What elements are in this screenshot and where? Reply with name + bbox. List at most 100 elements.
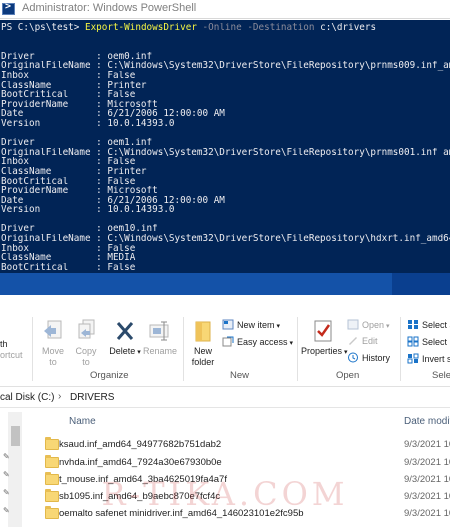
command-line: PS C:\ps\test> Export-WindowsDriver -Onl… <box>1 23 450 33</box>
properties-label: Properties ▾ <box>301 346 348 358</box>
file-row[interactable]: nvhda.inf_amd64_7924a30e67930b0e 9/3/202… <box>40 454 450 471</box>
output-line: ClassName : Printer <box>1 166 147 177</box>
output-line: Inbox : False <box>1 157 136 167</box>
file-date: 9/3/2021 10 <box>404 474 450 485</box>
output-line: ProviderName : Microsoft <box>1 186 158 196</box>
folder-icon <box>45 489 59 502</box>
window-title: Administrator: Windows PowerShell <box>22 2 197 14</box>
partial-label-bottom: ortcut <box>0 350 23 360</box>
delete-text: Delete <box>109 346 136 356</box>
output-line: Inbox : False <box>1 70 136 81</box>
output-line: Driver : oem0.inf <box>1 51 153 62</box>
new-folder-label-2: folder <box>191 357 215 367</box>
open-caret: ▾ <box>386 323 390 330</box>
file-date: 9/3/2021 10 <box>404 457 450 468</box>
select-group-label: Sele <box>432 370 450 381</box>
console-horizontal-scrollbar[interactable] <box>0 273 450 295</box>
output-line: BootCritical : False <box>1 176 136 187</box>
navigation-scrollbar-thumb[interactable] <box>11 426 20 446</box>
file-name: nvhda.inf_amd64_7924a30e67930b0e <box>59 457 222 468</box>
rename-button[interactable]: Rename <box>143 319 177 357</box>
file-row[interactable]: sb1095.inf_amd64_b9aebc870e7fcf4c 9/3/20… <box>40 488 450 505</box>
edit-icon <box>349 337 357 345</box>
pin-icon: ✎ <box>3 488 10 497</box>
group-separator <box>400 317 401 381</box>
edit-button[interactable]: Edit <box>347 335 378 347</box>
invert-selection-icon <box>407 353 419 364</box>
file-name: oemalto safenet minidriver.inf_amd64_146… <box>59 508 304 519</box>
properties-text: Properties <box>301 346 343 356</box>
address-bar[interactable]: cal Disk (C:) › DRIVERS <box>0 388 450 408</box>
rename-icon <box>149 321 169 341</box>
delete-button[interactable]: Delete ▾ <box>108 319 142 358</box>
new-group-label: New <box>230 370 250 381</box>
breadcrumb-drivers[interactable]: DRIVERS <box>70 392 114 403</box>
folder-icon <box>45 506 59 519</box>
history-button[interactable]: History <box>347 352 390 364</box>
copy-to-label-2: to <box>82 357 90 367</box>
column-header-date-modified[interactable]: Date modified <box>404 416 450 427</box>
new-folder-icon <box>195 321 211 342</box>
open-button[interactable]: Open ▾ <box>347 319 390 333</box>
folder-icon <box>45 437 59 450</box>
properties-button[interactable]: Properties ▾ <box>301 319 348 358</box>
powershell-icon <box>2 1 15 15</box>
move-to-label-2: to <box>49 357 57 367</box>
output-line: Inbox : False <box>1 243 136 254</box>
new-item-caret: ▾ <box>276 323 281 330</box>
file-name: ksaud.inf_amd64_94977682b751dab2 <box>59 439 222 450</box>
organize-group-label: Organize <box>90 370 129 381</box>
output-line: Date : 6/21/2006 12:00:00 AM <box>1 195 225 206</box>
select-none-button[interactable]: Select n <box>407 336 450 348</box>
output-line: ClassName : Printer <box>1 80 147 91</box>
prompt: PS C:\ps\test> <box>1 23 85 33</box>
explorer-ribbon: th ortcut Move to Copy to Delete ▾ Renam… <box>0 295 450 387</box>
output-line: Version : 10.0.14393.0 <box>1 205 175 215</box>
new-item-button[interactable]: New item ▾ <box>222 319 280 333</box>
folder-icon <box>45 455 59 468</box>
pin-icon: ✎ <box>3 452 10 461</box>
delete-label: Delete ▾ <box>108 346 142 358</box>
destination-arg: c:\drivers <box>320 23 377 33</box>
breadcrumb-separator[interactable]: › <box>58 391 61 402</box>
select-all-label: Select a <box>422 320 450 330</box>
file-row[interactable]: t_mouse.inf_amd64_3ba4625019fa4a7f 9/3/2… <box>40 471 450 488</box>
breadcrumb-local-disk[interactable]: cal Disk (C:) <box>0 392 54 403</box>
move-to-button[interactable]: Move to <box>38 319 68 368</box>
file-date: 9/3/2021 10 <box>404 491 450 502</box>
output-line: Driver : oem1.inf <box>1 138 153 148</box>
param-online: -Online <box>202 23 242 33</box>
powershell-titlebar: Administrator: Windows PowerShell <box>0 0 450 19</box>
file-row[interactable]: oemalto safenet minidriver.inf_amd64_146… <box>40 505 450 522</box>
invert-selection-label: Invert s <box>422 354 450 364</box>
pin-icon: ✎ <box>3 470 10 479</box>
open-label: Open <box>362 320 385 330</box>
powershell-console[interactable]: PS C:\ps\test> Export-WindowsDriver -Onl… <box>0 20 450 273</box>
invert-selection-button[interactable]: Invert s <box>407 353 450 365</box>
scrollbar-thumb[interactable] <box>0 273 392 295</box>
output-line: BootCritical : False <box>1 262 136 273</box>
output-line: OriginalFileName : C:\Windows\System32\D… <box>1 234 450 244</box>
select-none-label: Select n <box>422 337 450 347</box>
copy-to-button[interactable]: Copy to <box>72 319 100 368</box>
easy-access-button[interactable]: Easy access ▾ <box>222 336 293 350</box>
output-line: Date : 6/21/2006 12:00:00 AM <box>1 109 225 119</box>
easy-access-icon <box>222 336 234 347</box>
file-row[interactable]: ksaud.inf_amd64_94977682b751dab2 9/3/202… <box>40 436 450 453</box>
column-header-name[interactable]: Name <box>69 416 96 427</box>
output-line: Version : 10.0.14393.0 <box>1 118 175 129</box>
file-date: 9/3/2021 10 <box>404 508 450 519</box>
file-name: t_mouse.inf_amd64_3ba4625019fa4a7f <box>59 474 227 485</box>
open-icon <box>347 319 359 330</box>
select-all-button[interactable]: Select a <box>407 319 450 331</box>
new-folder-button[interactable]: New folder <box>187 319 219 368</box>
delete-x-icon <box>116 322 134 340</box>
cmdlet: Export-WindowsDriver <box>84 23 197 33</box>
paste-shortcut-button[interactable]: th ortcut <box>0 339 23 361</box>
copy-to-icon <box>78 319 95 339</box>
edit-label: Edit <box>362 336 378 346</box>
rename-label: Rename <box>143 346 178 356</box>
